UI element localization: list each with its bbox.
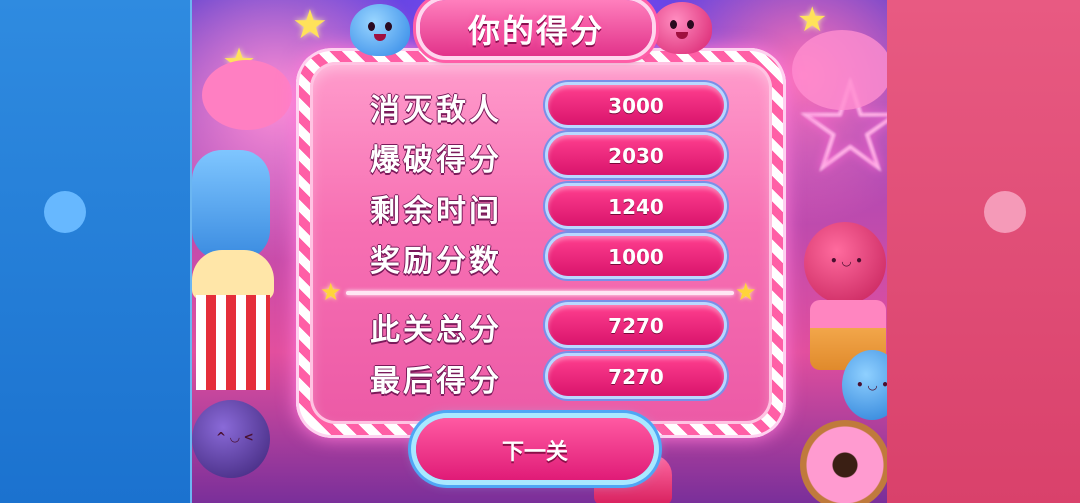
page-title: 你的得分: [467, 12, 604, 50]
popcorn-bucket: [192, 250, 274, 390]
total-value: 7270: [608, 365, 664, 389]
score-value-pill: 3000: [548, 85, 724, 125]
score-value: 1000: [608, 245, 664, 269]
score-value: 3000: [608, 94, 664, 118]
score-value: 1240: [608, 195, 664, 219]
right-side-dot: [984, 191, 1026, 233]
next-level-label: 下一关: [501, 440, 568, 465]
score-row-label: 剩余时间: [370, 194, 502, 229]
score-value-pill: 1000: [548, 236, 724, 276]
star-icon: ★: [292, 2, 328, 48]
star-icon: ★: [320, 278, 342, 306]
total-row-label: 最后得分: [370, 364, 502, 399]
score-value: 2030: [608, 144, 664, 168]
left-side-dot: [44, 191, 86, 233]
donut: [800, 420, 887, 503]
total-value: 7270: [608, 314, 664, 338]
score-value-pill: 2030: [548, 135, 724, 175]
score-value-pill: 1240: [548, 186, 724, 226]
divider: [346, 291, 734, 295]
blue-slime-icon: [350, 4, 410, 56]
bomb-character: ^ ◡ <: [192, 400, 270, 478]
cotton-candy-cloud: [792, 30, 887, 110]
total-value-pill: 7270: [548, 356, 724, 396]
cotton-candy-cloud: [202, 60, 292, 130]
title-badge: 你的得分: [420, 0, 652, 56]
candy-jar: [192, 150, 270, 260]
score-row-label: 爆破得分: [370, 143, 502, 178]
star-icon: ★: [735, 278, 757, 306]
next-level-button[interactable]: 下一关: [416, 418, 654, 480]
total-value-pill: 7270: [548, 305, 724, 345]
total-row-label: 此关总分: [370, 313, 502, 348]
score-row-label: 消灭敌人: [370, 93, 502, 128]
right-side-bar: [885, 0, 1080, 503]
score-row-label: 奖励分数: [370, 244, 502, 279]
bomb-character: • ◡ •: [804, 222, 886, 304]
pink-slime-icon: [652, 2, 712, 54]
left-side-bar: [0, 0, 192, 503]
